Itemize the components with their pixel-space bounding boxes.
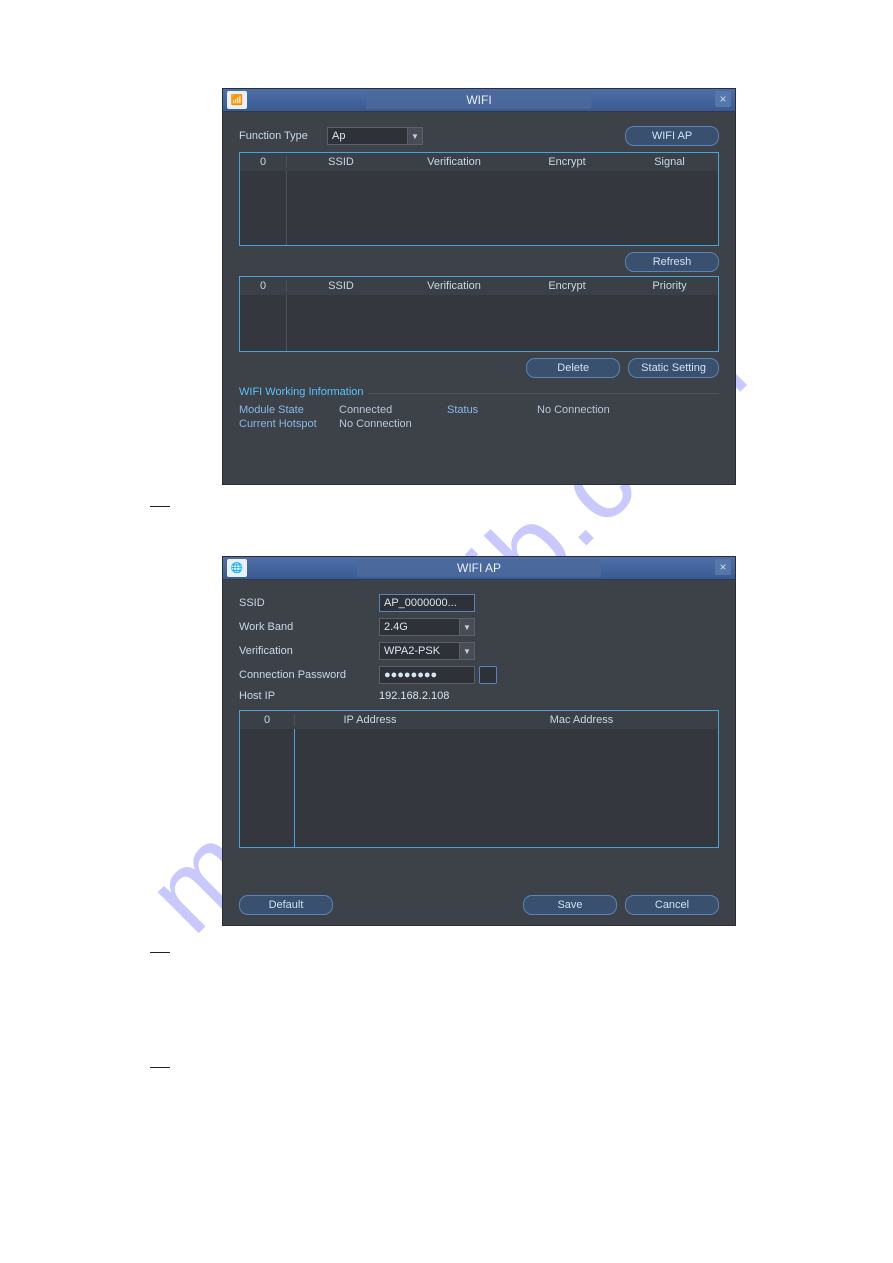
wifi-dialog: 📶 WIFI × Function Type Ap ▼ WIFI AP 0 SS… [222, 88, 736, 485]
default-button[interactable]: Default [239, 895, 333, 915]
dialog-title: WIFI AP [357, 559, 601, 577]
grid-body[interactable] [240, 295, 718, 351]
verification-select[interactable]: WPA2-PSK ▼ [379, 642, 475, 660]
titlebar: 🌐 WIFI AP × [223, 557, 735, 580]
col-ssid: SSID [287, 280, 395, 292]
wifi-ap-button[interactable]: WIFI AP [625, 126, 719, 146]
show-password-toggle[interactable] [479, 666, 497, 684]
col-encrypt: Encrypt [513, 156, 621, 168]
page-text [150, 1053, 170, 1068]
ssid-value: AP_0000000... [384, 597, 457, 609]
available-networks-grid: 0 SSID Verification Encrypt Signal [239, 152, 719, 246]
password-label: Connection Password [239, 669, 379, 681]
page-text [150, 492, 170, 507]
saved-networks-grid: 0 SSID Verification Encrypt Priority [239, 276, 719, 352]
wifi-info-section: WIFI Working Information [239, 386, 364, 398]
col-verification: Verification [395, 156, 513, 168]
chevron-down-icon: ▼ [459, 643, 474, 659]
current-hotspot-value: No Connection [339, 418, 447, 430]
globe-icon: 🌐 [227, 559, 247, 577]
grid-body[interactable] [240, 729, 718, 847]
ssid-input[interactable]: AP_0000000... [379, 594, 475, 612]
close-icon[interactable]: × [715, 91, 731, 107]
col-priority: Priority [621, 280, 718, 292]
function-type-label: Function Type [239, 130, 327, 142]
col-encrypt: Encrypt [513, 280, 621, 292]
password-value: ●●●●●●●● [384, 669, 437, 681]
static-setting-button[interactable]: Static Setting [628, 358, 719, 378]
col-verification: Verification [395, 280, 513, 292]
page-text [150, 938, 170, 953]
cancel-button[interactable]: Cancel [625, 895, 719, 915]
work-band-value: 2.4G [384, 621, 408, 633]
col-index: 0 [240, 280, 287, 292]
clients-grid: 0 IP Address Mac Address [239, 710, 719, 848]
function-type-select[interactable]: Ap ▼ [327, 127, 423, 145]
password-input[interactable]: ●●●●●●●● [379, 666, 475, 684]
col-index: 0 [240, 714, 295, 726]
col-signal: Signal [621, 156, 718, 168]
wifi-ap-dialog: 🌐 WIFI AP × SSID AP_0000000... Work Band… [222, 556, 736, 926]
current-hotspot-label: Current Hotspot [239, 418, 339, 430]
chevron-down-icon: ▼ [459, 619, 474, 635]
grid-body[interactable] [240, 171, 718, 245]
col-ip: IP Address [295, 714, 445, 726]
save-button[interactable]: Save [523, 895, 617, 915]
host-ip-value: 192.168.2.108 [379, 690, 449, 702]
status-value: No Connection [537, 404, 610, 416]
refresh-button[interactable]: Refresh [625, 252, 719, 272]
work-band-select[interactable]: 2.4G ▼ [379, 618, 475, 636]
close-icon[interactable]: × [715, 559, 731, 575]
module-state-label: Module State [239, 404, 339, 416]
divider [368, 393, 720, 394]
col-ssid: SSID [287, 156, 395, 168]
ssid-label: SSID [239, 597, 379, 609]
col-index: 0 [240, 156, 287, 168]
verification-label: Verification [239, 645, 379, 657]
delete-button[interactable]: Delete [526, 358, 620, 378]
verification-value: WPA2-PSK [384, 645, 440, 657]
host-ip-label: Host IP [239, 690, 379, 702]
dialog-title: WIFI [366, 91, 591, 109]
status-area: Module State Connected Status No Connect… [239, 404, 719, 430]
col-mac: Mac Address [445, 714, 718, 726]
work-band-label: Work Band [239, 621, 379, 633]
titlebar: 📶 WIFI × [223, 89, 735, 112]
chevron-down-icon: ▼ [407, 128, 422, 144]
function-type-value: Ap [332, 130, 345, 142]
status-label: Status [447, 404, 537, 416]
wifi-icon: 📶 [227, 91, 247, 109]
module-state-value: Connected [339, 404, 447, 416]
